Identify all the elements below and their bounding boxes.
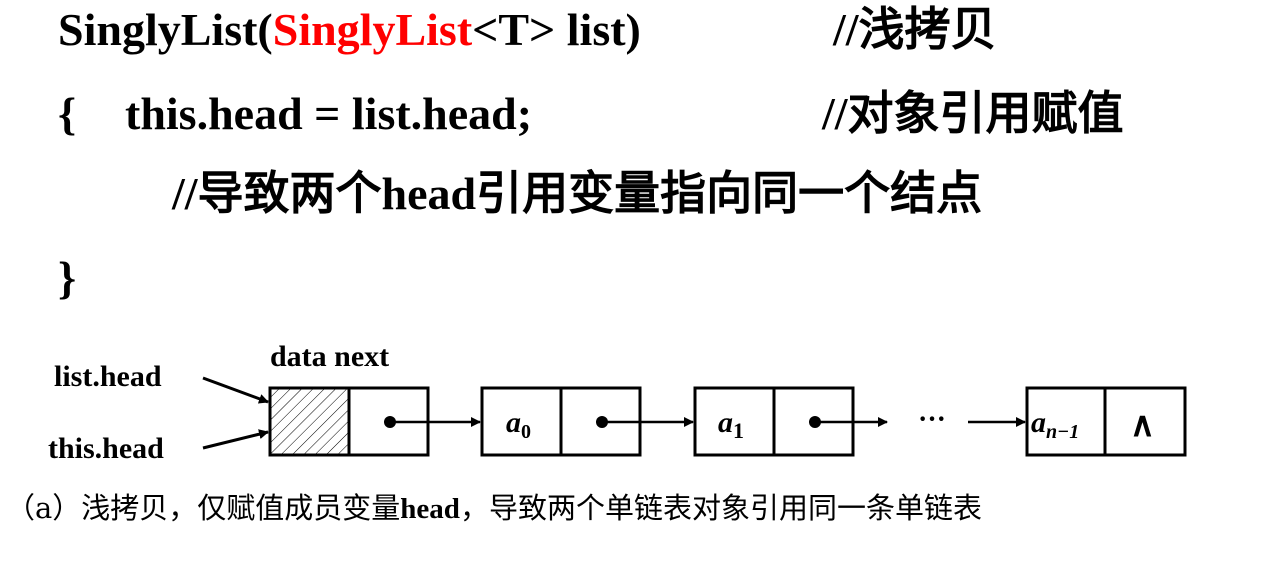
arrow-this-head xyxy=(202,429,269,450)
ellipsis: ··· xyxy=(918,404,946,435)
pointer-list-head: list.head xyxy=(54,360,162,393)
svg-text:a0: a0 xyxy=(506,406,531,443)
linked-list-diagram: data next list.head this.head a0 a1 ··· … xyxy=(48,340,1187,465)
null-symbol: ∧ xyxy=(1130,407,1155,444)
svg-text:a1: a1 xyxy=(718,406,744,443)
figure-caption: （a）浅拷贝，仅赋值成员变量head，导致两个单链表对象引用同一条单链表 xyxy=(6,491,982,525)
field-labels: data next xyxy=(270,340,389,373)
node-an-1: an−1 ∧ xyxy=(1025,386,1187,457)
pointer-this-head: this.head xyxy=(48,432,164,465)
arrow-list-head xyxy=(202,376,269,404)
svg-text:an−1: an−1 xyxy=(1031,406,1079,443)
